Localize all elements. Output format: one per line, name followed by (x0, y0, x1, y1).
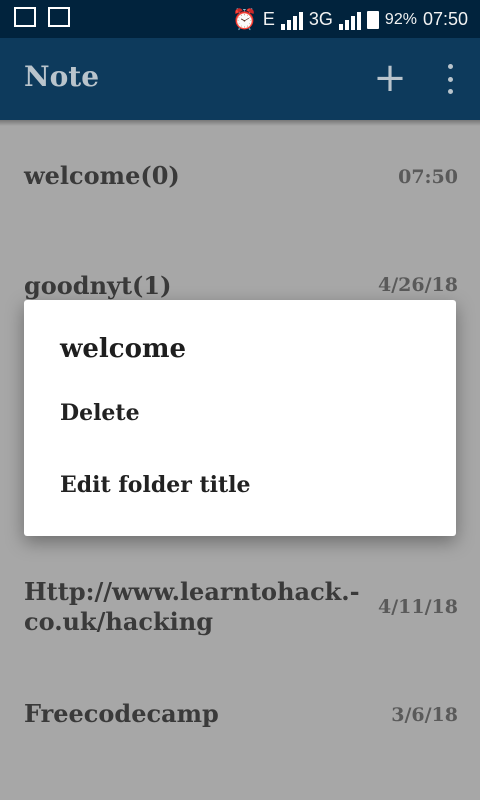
network-3g-label: 3G (308, 9, 333, 29)
note-date: 3/6/18 (391, 704, 458, 726)
status-bar: ⏰ E 3G 92% 07:50 (0, 0, 480, 38)
list-item[interactable]: Freecodecamp 3/6/18 (0, 690, 480, 750)
gallery-notification-icon (14, 7, 36, 27)
note-context-dialog: welcome Delete Edit folder title (24, 300, 456, 536)
add-note-button[interactable]: + (372, 56, 408, 100)
alarm-icon: ⏰ (231, 9, 257, 31)
note-date: 4/11/18 (378, 596, 458, 618)
list-item[interactable]: welcome(0) 07:50 (0, 140, 480, 220)
status-time: 07:50 (422, 9, 468, 29)
mail-notification-icon (48, 7, 70, 27)
note-title: welcome(0) (24, 161, 180, 190)
edit-folder-title-label: Edit folder title (60, 472, 251, 498)
app-title: Note (24, 60, 100, 93)
app-bar-shadow (0, 120, 480, 126)
note-title-line2: co.uk/hacking (24, 607, 213, 636)
network-e-label: E (262, 9, 275, 29)
dialog-title: welcome (60, 334, 187, 364)
signal-3g-icon (338, 10, 361, 30)
list-item[interactable]: Http://www.learntohack.- co.uk/hacking 4… (0, 570, 480, 650)
note-title-line1: Http://www.learntohack.- (24, 577, 360, 606)
overflow-menu-icon[interactable] (440, 64, 460, 94)
battery-icon (366, 10, 379, 29)
app-bar: Note + (0, 38, 480, 120)
battery-percent: 92% (384, 10, 417, 28)
note-date: 4/26/18 (378, 274, 458, 296)
delete-label: Delete (60, 400, 140, 426)
note-date: 07:50 (398, 166, 458, 188)
delete-button[interactable]: Delete (24, 384, 456, 444)
signal-icon (280, 10, 303, 30)
note-title: Freecodecamp (24, 699, 219, 728)
note-title: goodnyt(1) (24, 271, 172, 300)
edit-folder-title-button[interactable]: Edit folder title (24, 456, 456, 516)
